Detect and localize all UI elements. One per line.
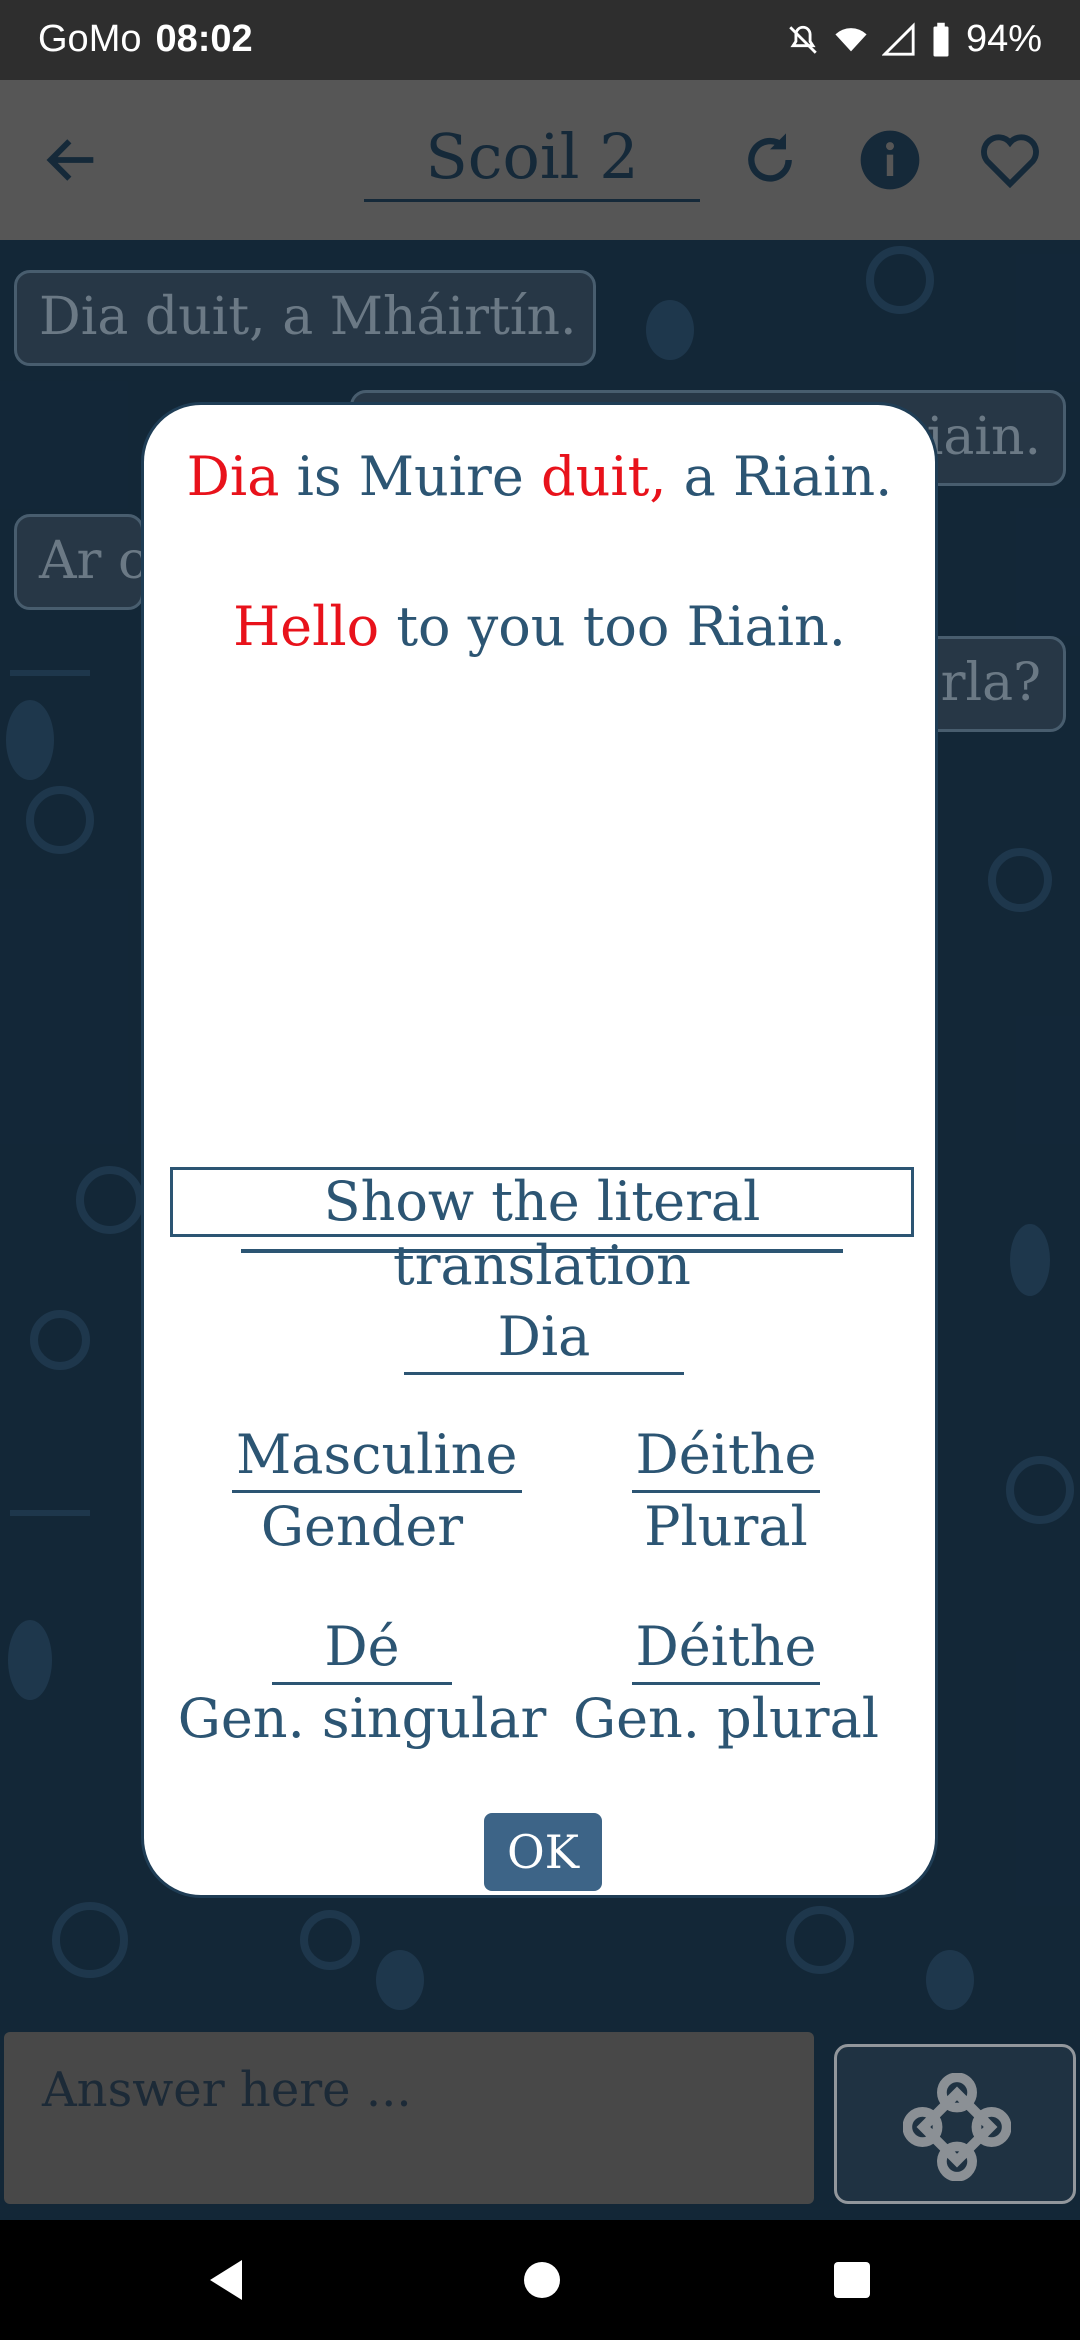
selected-word: Dia <box>404 1305 684 1375</box>
translation-dialog: Dia is Muire duit, a Riain. Hello to you… <box>141 402 938 1898</box>
show-literal-translation-button[interactable]: Show the literal translation <box>170 1167 914 1297</box>
gen-plural-label: Gen. plural <box>572 1687 880 1750</box>
irish-sentence: Dia is Muire duit, a Riain. <box>144 445 935 508</box>
gender-value: Masculine <box>232 1423 522 1493</box>
triangle-back-icon[interactable] <box>206 2258 246 2302</box>
plural-value: Déithe <box>631 1423 821 1493</box>
carrier-label: GoMo <box>38 18 142 60</box>
circle-home-icon[interactable] <box>522 2258 562 2302</box>
sentence-segment: duit, <box>541 445 667 508</box>
status-bar: GoMo 08:02 94% <box>0 0 1080 80</box>
battery-percent: 94% <box>965 18 1042 60</box>
plural-cell: Déithe Plural <box>596 1423 856 1558</box>
gen-plural-value: Déithe <box>631 1615 821 1685</box>
wifi-icon <box>835 27 867 51</box>
system-nav-bar <box>0 2220 1080 2340</box>
sentence-segment: is Muire <box>279 445 541 508</box>
gen-plural-cell: Déithe Gen. plural <box>556 1615 896 1750</box>
signal-icon <box>881 21 915 56</box>
square-recent-icon[interactable] <box>832 2258 872 2302</box>
gender-cell: Masculine Gender <box>232 1423 522 1558</box>
clock: 08:02 <box>155 18 253 60</box>
ok-button[interactable]: OK <box>484 1813 602 1891</box>
battery-icon <box>933 22 949 56</box>
gender-label: Gender <box>260 1495 464 1558</box>
sentence-segment: Hello <box>233 595 380 658</box>
gen-singular-value: Dé <box>272 1615 452 1685</box>
sentence-segment: to you too Riain. <box>379 595 846 658</box>
plural-label: Plural <box>644 1495 808 1558</box>
divider <box>241 1249 843 1253</box>
gen-singular-label: Gen. singular <box>177 1687 547 1750</box>
sentence-segment: a Riain. <box>666 445 893 508</box>
sentence-segment: Dia <box>186 445 280 508</box>
gen-singular-cell: Dé Gen. singular <box>172 1615 552 1750</box>
mute-icon <box>789 25 817 54</box>
english-sentence: Hello to you too Riain. <box>144 595 935 658</box>
